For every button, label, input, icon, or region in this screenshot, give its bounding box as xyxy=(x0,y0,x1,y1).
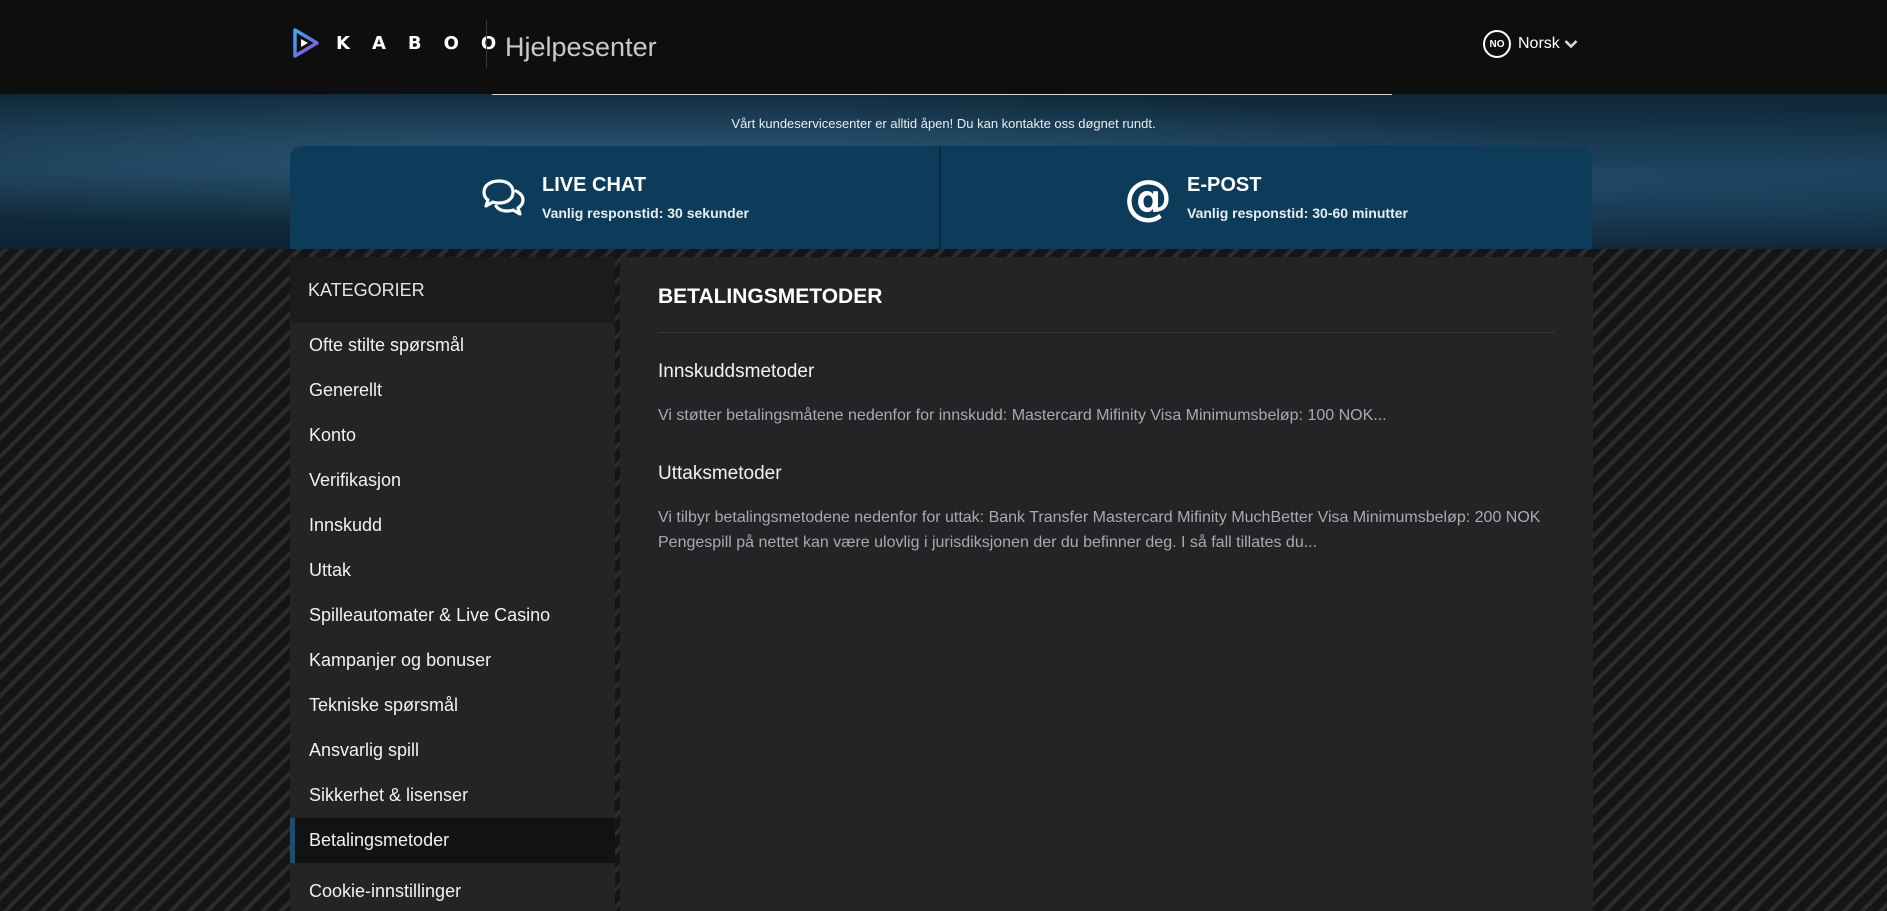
email-button[interactable]: @ E-POST Vanlig responstid: 30-60 minutt… xyxy=(941,146,1592,249)
header-divider xyxy=(486,20,487,68)
top-bar: KABOO Hjelpesenter NO Norsk xyxy=(0,0,1887,94)
sidebar-item-responsible-gaming[interactable]: Ansvarlig spill xyxy=(290,728,615,773)
category-list: Ofte stilte spørsmål Generellt Konto Ver… xyxy=(290,323,615,911)
support-availability-note: Vårt kundeservicesenter er alltid åpen! … xyxy=(731,116,1156,131)
sidebar-item-slots-live-casino[interactable]: Spilleautomater & Live Casino xyxy=(290,593,615,638)
sidebar-item-account[interactable]: Konto xyxy=(290,413,615,458)
language-flag-badge: NO xyxy=(1483,30,1511,58)
brand-name: KABOO xyxy=(336,32,519,54)
sidebar-item-cookie-settings[interactable]: Cookie-innstillinger xyxy=(290,869,615,911)
sidebar-item-promotions[interactable]: Kampanjer og bonuser xyxy=(290,638,615,683)
live-chat-title: LIVE CHAT xyxy=(542,174,647,196)
kaboo-logo[interactable]: KABOO xyxy=(292,28,518,58)
email-response-time: Vanlig responstid: 30-60 minutter xyxy=(1187,205,1408,221)
contact-options: LIVE CHAT Vanlig responstid: 30 sekunder… xyxy=(290,146,1592,249)
live-chat-button[interactable]: LIVE CHAT Vanlig responstid: 30 sekunder xyxy=(290,146,941,249)
page-title: Hjelpesenter xyxy=(505,32,657,62)
sidebar-item-verification[interactable]: Verifikasjon xyxy=(290,458,615,503)
email-title: E-POST xyxy=(1187,174,1262,196)
language-label: Norsk xyxy=(1518,35,1560,52)
category-sidebar: KATEGORIER Ofte stilte spørsmål Generell… xyxy=(290,257,615,911)
sidebar-item-security-licenses[interactable]: Sikkerhet & lisenser xyxy=(290,773,615,818)
search-underline xyxy=(492,94,1392,95)
sidebar-item-payment-methods[interactable]: Betalingsmetoder xyxy=(290,818,615,863)
chat-bubbles-icon xyxy=(480,177,526,219)
sidebar-heading: KATEGORIER xyxy=(290,257,615,323)
article-link-deposit-methods[interactable]: Innskuddsmetoder xyxy=(658,361,814,383)
sidebar-item-deposit[interactable]: Innskudd xyxy=(290,503,615,548)
language-selector[interactable]: NO Norsk xyxy=(1483,30,1578,58)
live-chat-text: LIVE CHAT Vanlig responstid: 30 sekunder xyxy=(542,174,749,221)
article-excerpt: Vi støtter betalingsmåtene nedenfor for … xyxy=(658,407,1387,424)
live-chat-response-time: Vanlig responstid: 30 sekunder xyxy=(542,205,749,221)
sidebar-item-technical[interactable]: Tekniske spørsmål xyxy=(290,683,615,728)
play-logo-icon xyxy=(293,28,319,58)
sidebar-item-general[interactable]: Generellt xyxy=(290,368,615,413)
heading-divider xyxy=(658,332,1555,333)
email-text: E-POST Vanlig responstid: 30-60 minutter xyxy=(1187,174,1408,221)
section-heading: BETALINGSMETODER xyxy=(658,285,883,308)
sidebar-item-faq[interactable]: Ofte stilte spørsmål xyxy=(290,323,615,368)
sidebar-item-withdrawal[interactable]: Uttak xyxy=(290,548,615,593)
chevron-down-icon xyxy=(1564,40,1578,49)
article-link-withdrawal-methods[interactable]: Uttaksmetoder xyxy=(658,463,782,485)
at-sign-icon: @ xyxy=(1124,169,1173,226)
article-excerpt: Vi tilbyr betalingsmetodene nedenfor for… xyxy=(658,509,1541,551)
article-panel: BETALINGSMETODER Innskuddsmetoder Vi stø… xyxy=(620,257,1593,911)
